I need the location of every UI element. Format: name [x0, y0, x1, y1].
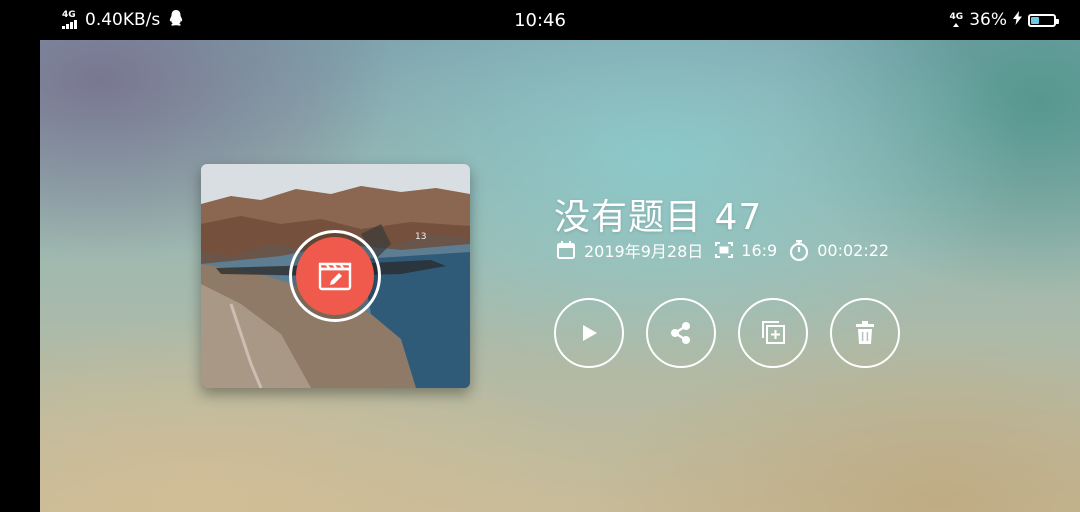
meta-duration: 00:02:22: [789, 239, 889, 261]
charging-icon: [1013, 10, 1022, 30]
status-right: 4G 36%: [949, 0, 1059, 40]
play-icon: [583, 325, 597, 341]
status-bar: 4G 0.40KB/s 10:46 4G 36%: [0, 0, 1080, 40]
right-network-type: 4G: [949, 11, 964, 22]
meta-date: 2019年9月28日: [556, 238, 703, 262]
project-thumbnail[interactable]: 13: [201, 164, 470, 388]
duplicate-icon: [762, 321, 785, 344]
duplicate-button[interactable]: [738, 298, 808, 368]
clock: 10:46: [514, 9, 566, 31]
project-duration: 00:02:22: [817, 240, 890, 260]
wifi-4g-icon: 4G: [949, 11, 964, 28]
thumbnail-tag: 13: [415, 232, 426, 242]
meta-aspect: 16:9: [715, 241, 777, 260]
edit-button-fill: [296, 237, 374, 315]
clapperboard-edit-icon: [318, 262, 352, 291]
project-title: 没有题目 47: [554, 197, 763, 238]
battery-icon: [1028, 13, 1059, 27]
calendar-icon: [557, 241, 575, 259]
battery-percent: 36%: [969, 10, 1007, 30]
play-button[interactable]: [554, 298, 624, 368]
project-detail-panel: 13 没有题目 47 2019年9月28日 16:9 00:02:22: [40, 40, 1080, 512]
edit-button[interactable]: [289, 230, 381, 322]
share-button[interactable]: [646, 298, 716, 368]
delete-button[interactable]: [830, 298, 900, 368]
trash-icon: [856, 321, 874, 344]
aspect-ratio-icon: [715, 242, 734, 258]
project-meta: 2019年9月28日 16:9 00:02:22: [556, 238, 901, 262]
project-date: 2019年9月28日: [584, 242, 704, 261]
share-icon: [671, 322, 690, 344]
left-edge: [0, 40, 40, 512]
project-aspect-ratio: 16:9: [741, 240, 778, 260]
stopwatch-icon: [790, 240, 809, 261]
action-buttons: [554, 298, 900, 368]
